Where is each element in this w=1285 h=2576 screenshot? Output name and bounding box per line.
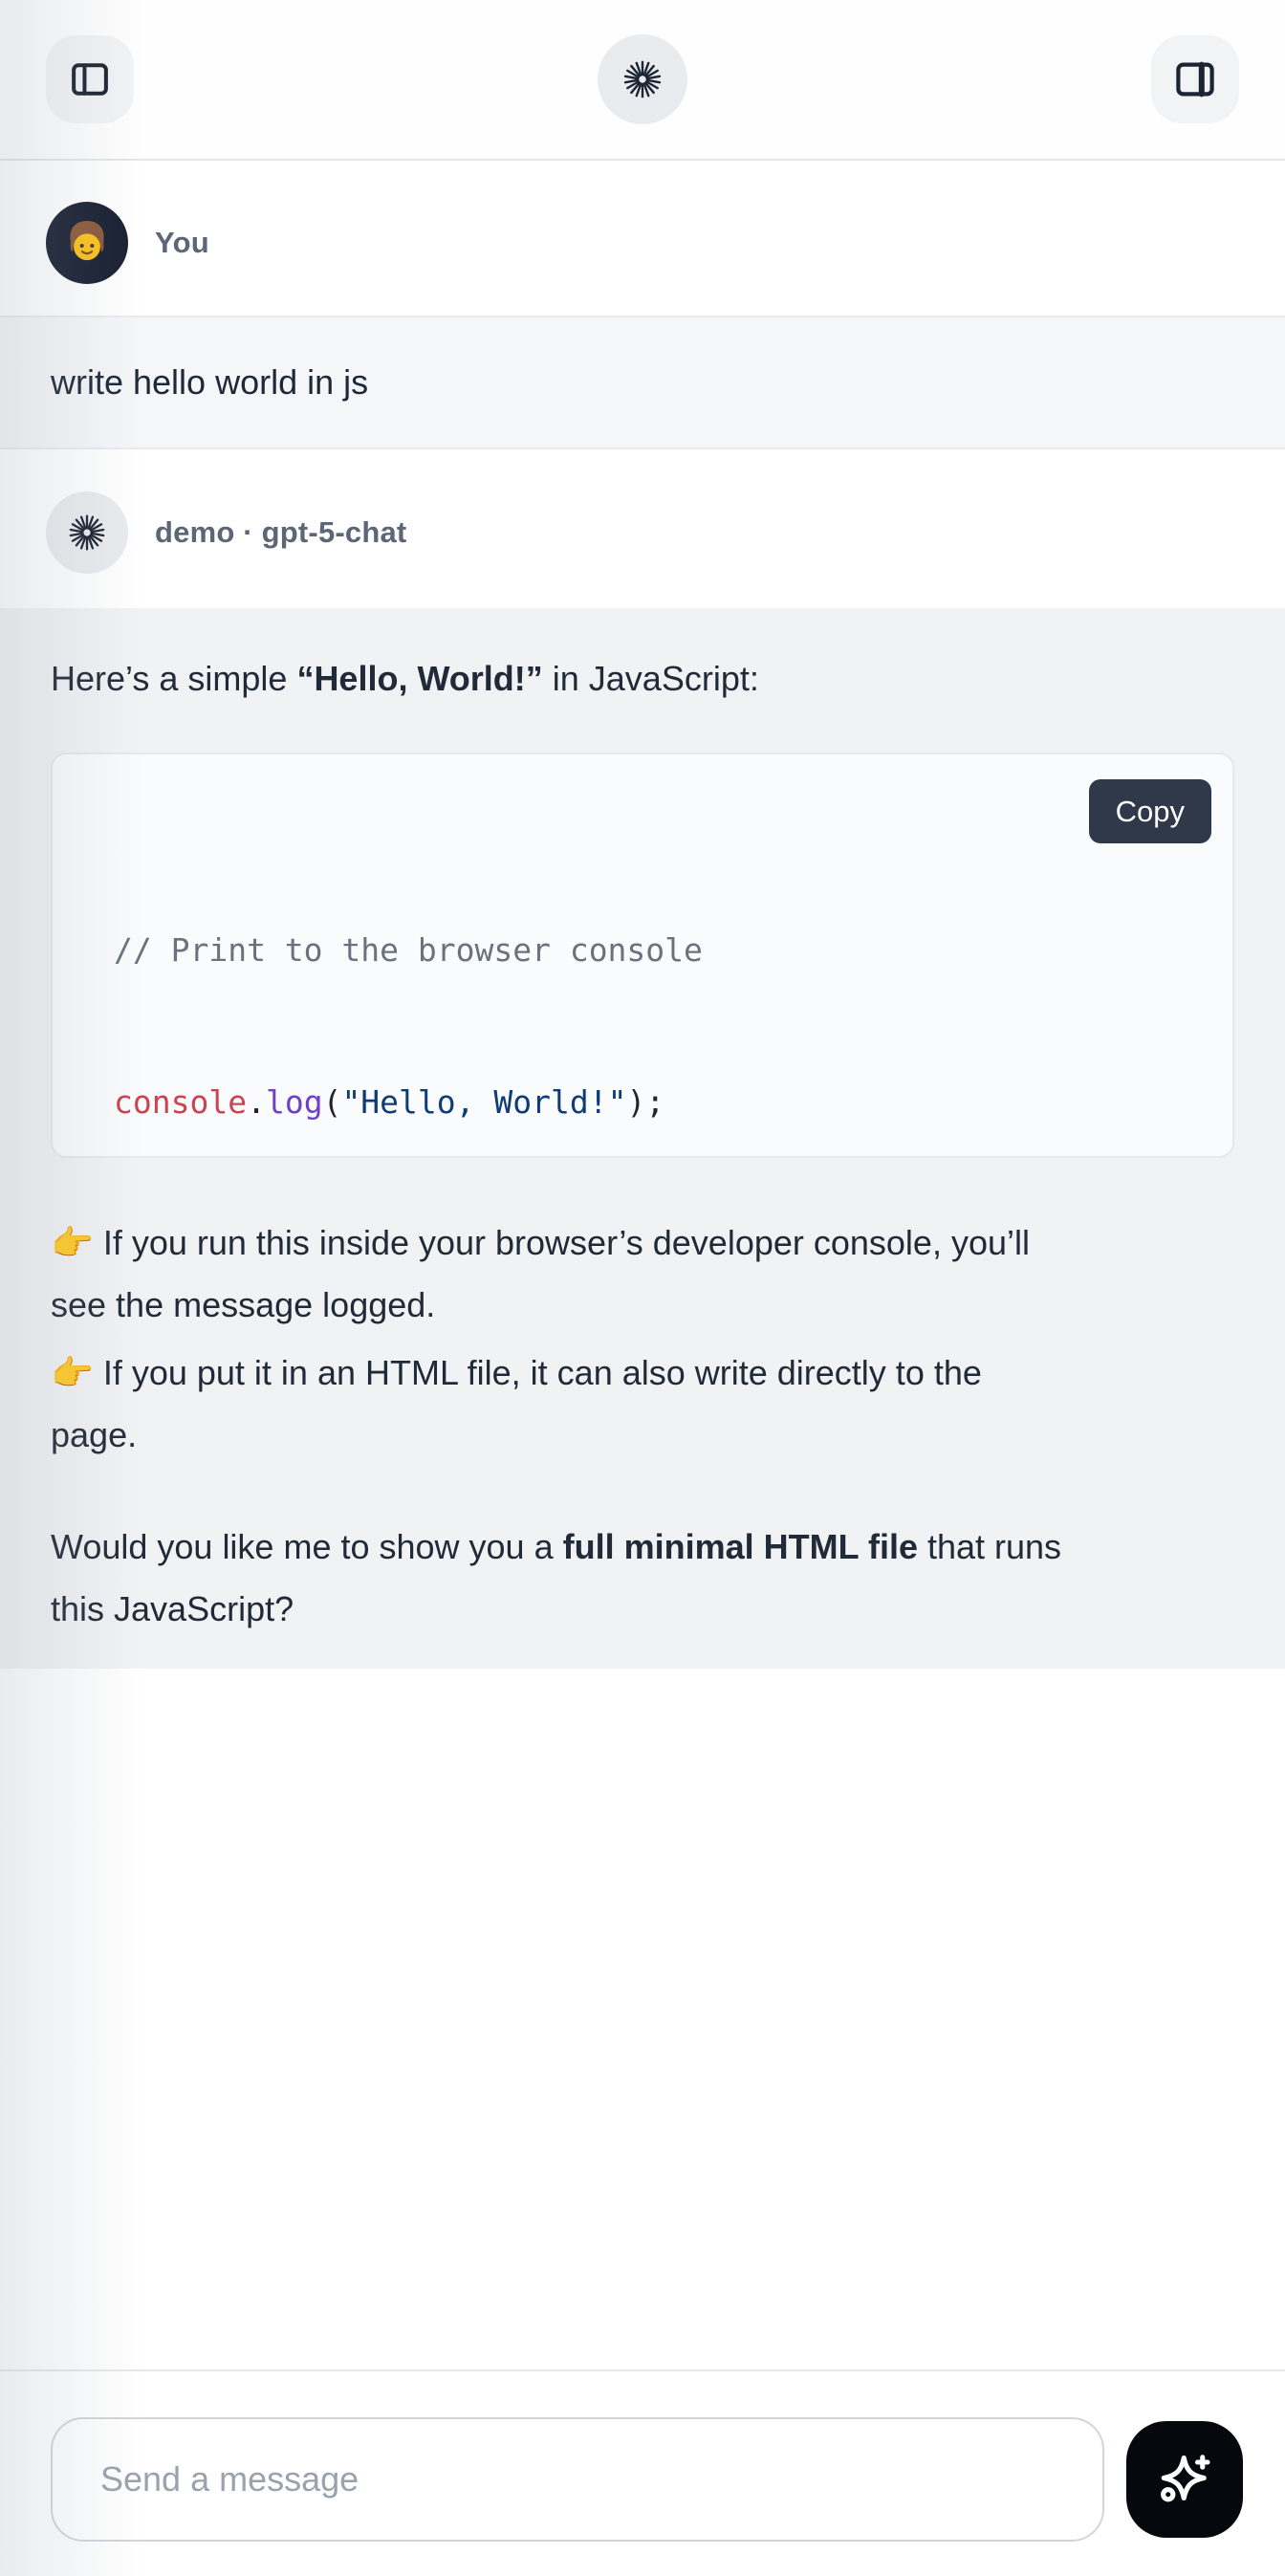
chat-empty-space bbox=[0, 1669, 1285, 2369]
question-text: Would you like me to show you a bbox=[51, 1527, 563, 1566]
intro-text-tail: in JavaScript: bbox=[543, 659, 759, 698]
starburst-icon bbox=[621, 57, 664, 101]
code-line: console.log("Hello, World!"); bbox=[114, 1077, 1194, 1127]
user-sender-row: You bbox=[0, 161, 1285, 316]
paragraph-line: Would you like me to show you a full min… bbox=[51, 1516, 1234, 1578]
assistant-avatar bbox=[46, 491, 128, 574]
user-avatar bbox=[46, 202, 128, 284]
top-bar bbox=[0, 0, 1285, 161]
copy-code-button[interactable]: Copy bbox=[1089, 779, 1211, 843]
intro-bold-text: “Hello, World!” bbox=[296, 659, 542, 698]
assistant-message: Here’s a simple “Hello, World!” in JavaS… bbox=[0, 608, 1285, 1669]
assistant-paragraph-2: 👉 If you put it in an HTML file, it can … bbox=[51, 1342, 1234, 1466]
code-token: console bbox=[114, 1083, 247, 1121]
sidebar-toggle-button[interactable] bbox=[46, 35, 134, 123]
model-logo-badge bbox=[598, 34, 687, 124]
message-input[interactable] bbox=[51, 2417, 1104, 2542]
code-token: ( bbox=[323, 1083, 342, 1121]
user-message-text: write hello world in js bbox=[51, 362, 368, 403]
code-token: . bbox=[247, 1083, 266, 1121]
sparkles-icon bbox=[1153, 2448, 1216, 2511]
paragraph-line: 👉 If you put it in an HTML file, it can … bbox=[51, 1342, 1234, 1404]
code-line: // Print to the browser console bbox=[114, 925, 1194, 975]
code-token: log bbox=[266, 1083, 323, 1121]
assistant-paragraph-1: 👉 If you run this inside your browser’s … bbox=[51, 1212, 1234, 1336]
code-content: // Print to the browser console console.… bbox=[114, 823, 1194, 1158]
user-message: write hello world in js bbox=[0, 316, 1285, 449]
code-token: ); bbox=[626, 1083, 664, 1121]
paragraph-line: page. bbox=[51, 1404, 1234, 1466]
user-sender-name: You bbox=[155, 226, 209, 260]
intro-text: Here’s a simple bbox=[51, 659, 296, 698]
send-button[interactable] bbox=[1126, 2421, 1243, 2538]
panel-left-icon bbox=[68, 57, 112, 101]
person-emoji-avatar bbox=[59, 215, 115, 271]
code-token: "Hello, World!" bbox=[341, 1083, 626, 1121]
assistant-paragraph-3: Would you like me to show you a full min… bbox=[51, 1516, 1234, 1640]
paragraph-line: 👉 If you run this inside your browser’s … bbox=[51, 1212, 1234, 1274]
assistant-sender-row: demo · gpt-5-chat bbox=[0, 449, 1285, 608]
question-text-tail: that runs bbox=[918, 1527, 1061, 1566]
paragraph-line: see the message logged. bbox=[51, 1274, 1234, 1336]
panel-right-icon bbox=[1172, 56, 1218, 102]
composer-bar bbox=[0, 2369, 1285, 2576]
paragraph-line: this JavaScript? bbox=[51, 1578, 1234, 1640]
assistant-sender-name: demo · gpt-5-chat bbox=[155, 515, 406, 550]
code-comment: // Print to the browser console bbox=[114, 931, 703, 969]
starburst-icon bbox=[66, 512, 108, 554]
question-bold-text: full minimal HTML file bbox=[563, 1527, 918, 1566]
assistant-intro-line: Here’s a simple “Hello, World!” in JavaS… bbox=[51, 648, 1234, 709]
code-block: Copy // Print to the browser console con… bbox=[51, 753, 1234, 1158]
right-panel-toggle-button[interactable] bbox=[1151, 35, 1239, 123]
